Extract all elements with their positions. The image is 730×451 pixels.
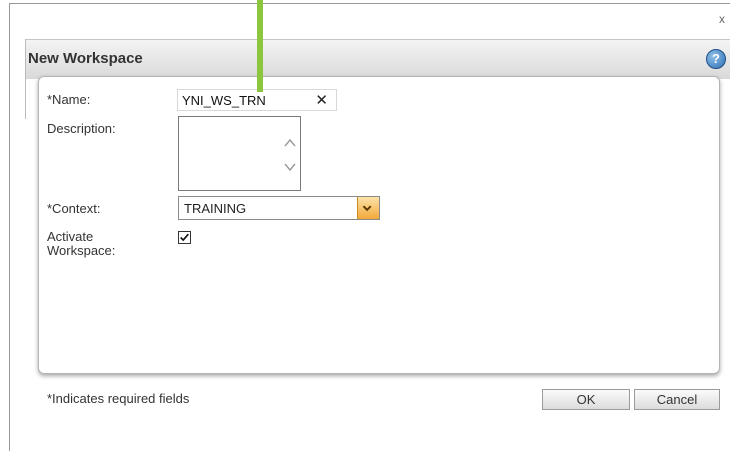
name-input[interactable] xyxy=(182,92,312,108)
description-label: Description: xyxy=(47,121,116,136)
window-left-border xyxy=(9,3,10,451)
dialog-titlebar: New Workspace ? xyxy=(26,39,730,79)
help-icon[interactable]: ? xyxy=(706,49,726,69)
annotation-pointer-line xyxy=(257,0,263,92)
window-top-border xyxy=(9,3,730,4)
context-value: TRAINING xyxy=(184,201,247,216)
checkmark-icon xyxy=(180,233,189,242)
description-textarea[interactable] xyxy=(178,116,301,191)
context-label: *Context: xyxy=(47,201,101,216)
name-field[interactable]: ✕ xyxy=(177,89,337,111)
clear-icon[interactable]: ✕ xyxy=(315,91,328,109)
close-icon[interactable]: x xyxy=(719,12,725,26)
cancel-button[interactable]: Cancel xyxy=(634,389,720,410)
activate-workspace-checkbox[interactable] xyxy=(178,231,191,244)
context-select[interactable]: TRAINING xyxy=(178,196,380,220)
dialog-title: New Workspace xyxy=(28,50,143,67)
chevron-down-icon[interactable] xyxy=(284,161,296,173)
name-label: *Name: xyxy=(47,92,91,107)
required-fields-note: *Indicates required fields xyxy=(47,391,190,406)
dropdown-button[interactable] xyxy=(357,197,379,219)
ok-button[interactable]: OK xyxy=(542,389,630,410)
chevron-down-icon xyxy=(362,205,372,212)
form-panel xyxy=(38,76,720,374)
chevron-up-icon[interactable] xyxy=(284,137,296,149)
activate-workspace-label: Activate Workspace: xyxy=(47,229,116,258)
